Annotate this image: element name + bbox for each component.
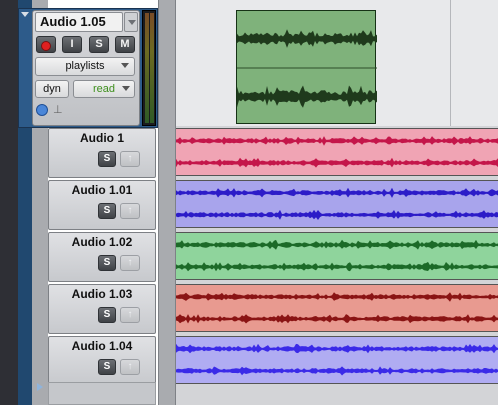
grid-line (450, 0, 451, 126)
playlist-header-audio-1-03: Audio 1.03 S ↑ (48, 284, 156, 334)
copy-to-main-button[interactable]: ↑ (120, 359, 140, 375)
playlist-clip-audio-1-04[interactable] (176, 336, 498, 384)
track-view-label: playlists (65, 60, 105, 72)
chevron-down-icon (121, 63, 129, 68)
playlist-name: Audio 1.03 (71, 287, 133, 301)
playlist-waveform (176, 239, 498, 272)
playlist-waveform (176, 343, 498, 376)
window-left-edge (0, 0, 18, 405)
collapse-triangle-icon[interactable] (18, 9, 32, 21)
timebase-icon[interactable]: ⊥ (53, 104, 63, 116)
automation-type-selector[interactable]: dyn (35, 80, 69, 98)
chevron-down-icon (122, 86, 130, 91)
playlist-header-audio-1-04: Audio 1.04 S ↑ (48, 336, 156, 386)
automation-mode-label: read (92, 83, 116, 95)
playlist-clip-audio-1-02[interactable] (176, 232, 498, 280)
record-dot-icon (41, 41, 51, 51)
playlist-header-audio-1-02: Audio 1.02 S ↑ (48, 232, 156, 282)
empty-lane-header (48, 382, 156, 405)
copy-to-main-button[interactable]: ↑ (120, 151, 140, 167)
playlist-name: Audio 1 (80, 131, 124, 145)
solo-button[interactable]: S (89, 36, 109, 53)
parent-waveform (237, 29, 377, 108)
track-view-selector[interactable]: playlists (35, 57, 135, 76)
playlist-name: Audio 1.04 (71, 339, 133, 353)
playlist-name: Audio 1.02 (71, 235, 133, 249)
track-divider-column (158, 0, 176, 405)
copy-to-main-button[interactable]: ↑ (120, 307, 140, 323)
input-monitor-button[interactable]: I (62, 36, 82, 53)
playlist-waveform (176, 187, 498, 220)
parent-audio-clip[interactable] (236, 10, 377, 124)
record-enable-button[interactable] (36, 36, 56, 53)
playlist-solo-button[interactable]: S (98, 151, 116, 167)
copy-to-main-button[interactable]: ↑ (120, 203, 140, 219)
playlist-header-audio-1-01: Audio 1.01 S ↑ (48, 180, 156, 230)
playlist-clip-audio-1-01[interactable] (176, 180, 498, 228)
playlist-waveform (176, 292, 498, 324)
playlist-clip-audio-1-03[interactable] (176, 284, 498, 332)
voice-assign-icon[interactable] (36, 104, 48, 116)
playlist-solo-button[interactable]: S (98, 203, 116, 219)
copy-to-main-button[interactable]: ↑ (120, 255, 140, 271)
playlist-solo-button[interactable]: S (98, 307, 116, 323)
playlist-solo-button[interactable]: S (98, 359, 116, 375)
playlist-clip-audio-1[interactable] (176, 128, 498, 176)
level-meter (142, 10, 156, 126)
expand-triangle-icon[interactable] (36, 383, 44, 393)
track-name-menu-button[interactable] (124, 12, 138, 32)
playlist-waveform (176, 136, 498, 168)
mute-button[interactable]: M (115, 36, 135, 53)
playlist-name: Audio 1.01 (71, 183, 133, 197)
playlist-header-audio-1: Audio 1 S ↑ (48, 128, 156, 178)
playlist-solo-button[interactable]: S (98, 255, 116, 271)
track-name[interactable]: Audio 1.05 (35, 12, 123, 32)
edit-window: Audio 1.05 I S M playlists dyn read ⊥ Au… (0, 0, 498, 405)
